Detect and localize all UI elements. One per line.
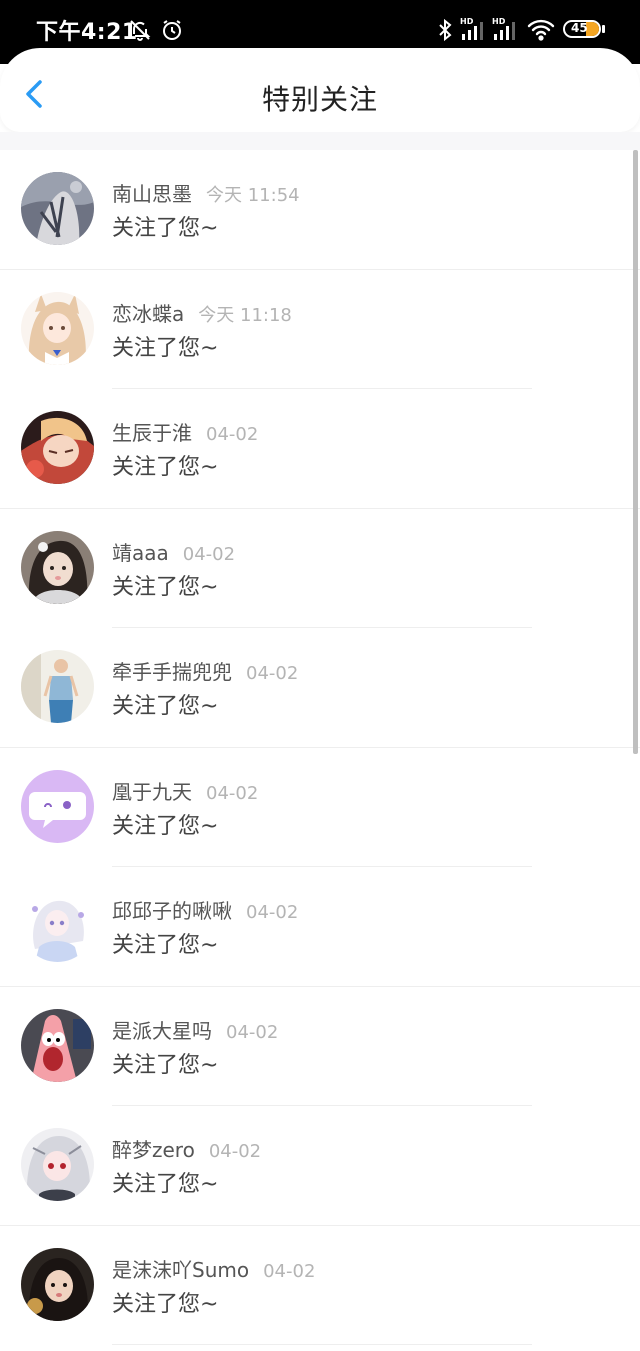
alarm-icon <box>160 18 184 46</box>
name-line: 是沫沫吖Sumo 04-02 <box>112 1254 610 1284</box>
battery-fill <box>586 22 599 36</box>
item-text: 生辰于淮 04-02 关注了您~ <box>112 417 610 481</box>
item-text: 靖aaa 04-02 关注了您~ <box>112 537 610 601</box>
follow-message: 关注了您~ <box>112 1172 219 1197</box>
follow-message: 关注了您~ <box>112 574 219 600</box>
avatar[interactable] <box>21 650 94 723</box>
item-text: 牵手手揣兜兜 04-02 关注了您~ <box>112 656 610 720</box>
avatar[interactable] <box>21 1247 94 1321</box>
avatar[interactable] <box>21 172 94 245</box>
list-item[interactable]: 邱邱子的啾啾 04-02 关注了您~ <box>0 867 640 987</box>
user-name[interactable]: 生辰于淮 <box>112 421 192 445</box>
follow-time: 04-02 <box>246 663 299 684</box>
signal-hd-label: HD <box>460 17 474 26</box>
battery-tip <box>602 25 605 33</box>
signal-hd-2-label: HD <box>492 17 506 26</box>
follow-message: 关注了您~ <box>112 813 219 839</box>
follow-message: 关注了您~ <box>112 1291 219 1317</box>
user-name[interactable]: 牵手手揣兜兜 <box>112 660 232 684</box>
follow-message: 关注了您~ <box>112 694 219 719</box>
battery-level: 45 <box>571 21 588 35</box>
list-item[interactable]: 恋冰蝶a 今天 11:18 关注了您~ <box>0 269 640 389</box>
item-text: 是沫沫吖Sumo 04-02 关注了您~ <box>112 1254 610 1318</box>
avatar[interactable] <box>21 1128 94 1201</box>
header-bar: 特别关注 <box>0 48 640 132</box>
item-text: 恋冰蝶a 今天 11:18 关注了您~ <box>112 298 610 362</box>
name-line: 牵手手揣兜兜 04-02 <box>112 656 610 686</box>
user-name[interactable]: 凰于九天 <box>112 780 192 804</box>
follow-message: 关注了您~ <box>112 216 219 241</box>
name-line: 邱邱子的啾啾 04-02 <box>112 895 610 925</box>
follow-message: 关注了您~ <box>112 933 219 958</box>
name-line: 南山思墨 今天 11:54 <box>112 178 610 208</box>
avatar[interactable] <box>21 769 94 843</box>
name-line: 恋冰蝶a 今天 11:18 <box>112 298 610 328</box>
follow-message: 关注了您~ <box>112 335 219 361</box>
wifi-icon <box>527 18 555 46</box>
item-text: 醉梦zero 04-02 关注了您~ <box>112 1134 610 1198</box>
follow-time: 04-02 <box>182 543 236 565</box>
battery-icon: 45 <box>563 20 601 38</box>
item-text: 邱邱子的啾啾 04-02 关注了您~ <box>112 895 610 959</box>
header-divider <box>0 132 640 150</box>
follow-message: 关注了您~ <box>112 455 219 480</box>
name-line: 凰于九天 04-02 <box>112 776 610 806</box>
name-line: 醉梦zero 04-02 <box>112 1134 610 1164</box>
user-name[interactable]: 是沫沫吖Sumo <box>112 1258 249 1282</box>
list-item[interactable]: 生辰于淮 04-02 关注了您~ <box>0 389 640 509</box>
list-item[interactable]: 凰于九天 04-02 关注了您~ <box>0 747 640 867</box>
follow-time: 今天 11:54 <box>206 185 300 206</box>
mute-icon <box>128 18 152 46</box>
list-item[interactable]: 醉梦zero 04-02 关注了您~ <box>0 1106 640 1226</box>
user-name[interactable]: 恋冰蝶a <box>112 302 184 326</box>
bluetooth-icon <box>436 18 454 46</box>
avatar[interactable] <box>21 411 94 484</box>
user-name[interactable]: 邱邱子的啾啾 <box>112 899 232 923</box>
list-item[interactable]: 靖aaa 04-02 关注了您~ <box>0 508 640 628</box>
list-item[interactable]: 是派大星吗 04-02 关注了您~ <box>0 986 640 1106</box>
follow-time: 04-02 <box>263 1260 316 1282</box>
user-name[interactable]: 醉梦zero <box>112 1138 195 1162</box>
list-item[interactable]: 是沫沫吖Sumo 04-02 关注了您~ <box>0 1225 640 1345</box>
scrollbar[interactable] <box>633 150 638 754</box>
page-title: 特别关注 <box>261 83 378 116</box>
follow-time: 04-02 <box>226 1021 279 1043</box>
avatar[interactable] <box>21 889 94 962</box>
avatar[interactable] <box>21 291 94 365</box>
signal-hd-icon: HD <box>460 16 488 46</box>
name-line: 靖aaa 04-02 <box>112 537 610 567</box>
follow-time: 04-02 <box>246 902 299 923</box>
signal-hd-2-icon: HD <box>492 16 520 46</box>
avatar[interactable] <box>21 530 94 604</box>
item-text: 南山思墨 今天 11:54 关注了您~ <box>112 178 610 242</box>
special-follow-list: 南山思墨 今天 11:54 关注了您~ 恋冰蝶a 今天 11:18 关注了您~ 生辰于淮… <box>0 150 640 1345</box>
divider <box>112 1344 532 1345</box>
user-name[interactable]: 南山思墨 <box>112 182 192 206</box>
list-item[interactable]: 南山思墨 今天 11:54 关注了您~ <box>0 150 640 270</box>
avatar[interactable] <box>21 1008 94 1082</box>
item-text: 凰于九天 04-02 关注了您~ <box>112 776 610 840</box>
name-line: 生辰于淮 04-02 <box>112 417 610 447</box>
follow-time: 04-02 <box>208 1141 262 1162</box>
follow-time: 04-02 <box>206 782 259 804</box>
user-name[interactable]: 是派大星吗 <box>112 1019 212 1043</box>
item-text: 是派大星吗 04-02 关注了您~ <box>112 1015 610 1079</box>
name-line: 是派大星吗 04-02 <box>112 1015 610 1045</box>
follow-time: 今天 11:18 <box>198 304 292 326</box>
list-item[interactable]: 牵手手揣兜兜 04-02 关注了您~ <box>0 628 640 748</box>
follow-message: 关注了您~ <box>112 1052 219 1078</box>
user-name[interactable]: 靖aaa <box>112 541 169 565</box>
follow-time: 04-02 <box>206 424 259 445</box>
status-time: 下午4:21 <box>36 20 138 45</box>
